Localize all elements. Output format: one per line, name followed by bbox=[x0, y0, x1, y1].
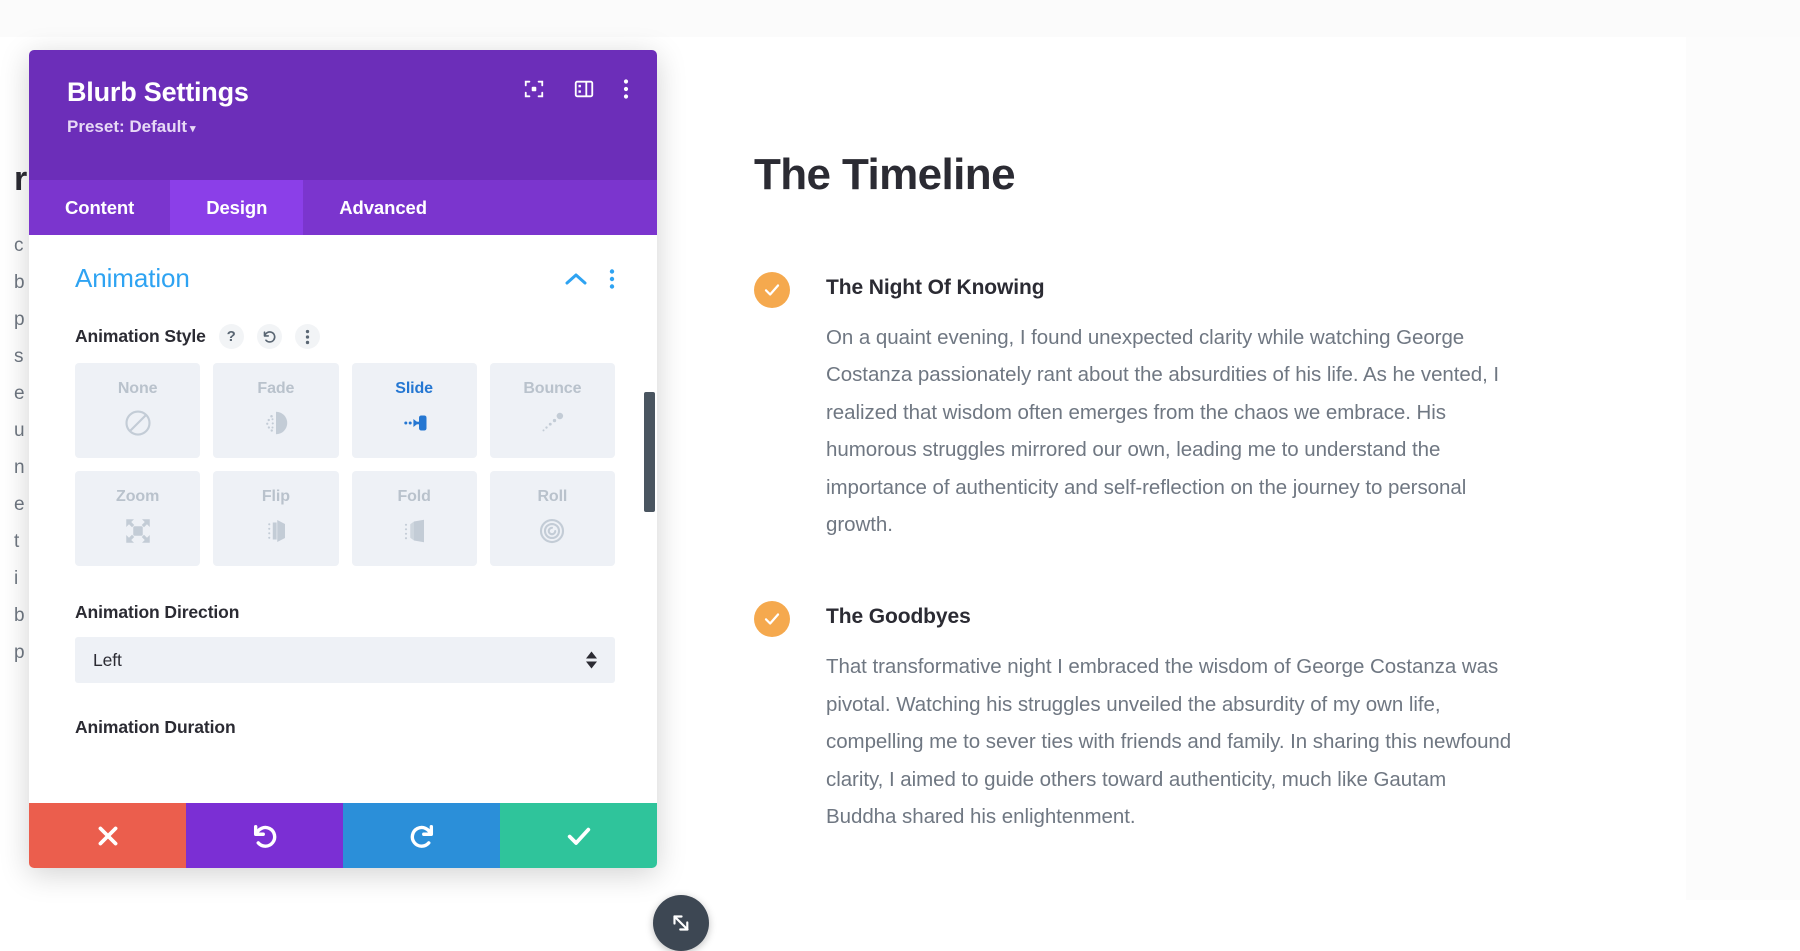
blurb-title: The Night Of Knowing bbox=[826, 270, 1514, 302]
more-vertical-icon[interactable] bbox=[295, 324, 320, 349]
animation-style-option-fade[interactable]: Fade bbox=[213, 363, 338, 458]
animation-style-option-zoom[interactable]: Zoom bbox=[75, 471, 200, 566]
animation-direction-field: Animation Direction Left bbox=[75, 602, 615, 683]
roll-spiral-icon bbox=[537, 513, 567, 549]
redo-icon bbox=[408, 822, 436, 850]
fold-icon bbox=[399, 513, 429, 549]
resize-handle[interactable] bbox=[653, 895, 709, 951]
animation-duration-label: Animation Duration bbox=[75, 717, 615, 738]
layout-panel-icon[interactable] bbox=[573, 78, 595, 100]
blurb-settings-modal: Blurb Settings Preset: Default▾ bbox=[29, 50, 657, 868]
chevron-down-icon: ▾ bbox=[190, 123, 196, 135]
no-entry-icon bbox=[123, 405, 153, 441]
tab-content[interactable]: Content bbox=[29, 180, 170, 235]
more-vertical-icon[interactable] bbox=[609, 268, 615, 290]
more-vertical-icon[interactable] bbox=[623, 78, 629, 100]
blurb-text: That transformative night I embraced the… bbox=[826, 648, 1514, 836]
blurb-item: The Night Of Knowing On a quaint evening… bbox=[754, 270, 1514, 544]
check-circle-icon bbox=[754, 272, 790, 308]
page-title: The Timeline bbox=[754, 150, 1514, 201]
blurb-item: The Goodbyes That transformative night I… bbox=[754, 599, 1514, 836]
redo-button[interactable] bbox=[343, 803, 500, 868]
option-label: Fold bbox=[397, 488, 430, 506]
animation-section-title: Animation bbox=[75, 263, 190, 294]
animation-duration-field: Animation Duration bbox=[75, 717, 615, 738]
tab-advanced[interactable]: Advanced bbox=[303, 180, 463, 235]
blurb-list: The Night Of Knowing On a quaint evening… bbox=[754, 270, 1514, 836]
option-label: Zoom bbox=[116, 488, 159, 506]
modal-scrollbar-track[interactable] bbox=[643, 235, 657, 803]
flip-icon bbox=[261, 513, 291, 549]
animation-style-option-roll[interactable]: Roll bbox=[490, 471, 615, 566]
animation-style-option-none[interactable]: None bbox=[75, 363, 200, 458]
fade-icon bbox=[261, 405, 291, 441]
cancel-button[interactable] bbox=[29, 803, 186, 868]
save-button[interactable] bbox=[500, 803, 657, 868]
animation-style-grid: None Fade bbox=[75, 363, 615, 566]
preset-label: Preset: Default bbox=[67, 117, 187, 136]
undo-icon bbox=[251, 822, 279, 850]
animation-direction-value: Left bbox=[93, 650, 122, 671]
animation-section-actions bbox=[565, 268, 615, 290]
close-x-icon bbox=[95, 823, 121, 849]
option-label: Flip bbox=[262, 488, 290, 506]
chevron-up-icon[interactable] bbox=[565, 272, 587, 286]
animation-direction-select[interactable]: Left bbox=[75, 637, 615, 683]
content-column: The Timeline The Night Of Knowing On a q… bbox=[754, 150, 1514, 836]
zoom-expand-icon bbox=[123, 513, 153, 549]
option-label: Fade bbox=[257, 380, 294, 398]
blurb-text: On a quaint evening, I found unexpected … bbox=[826, 319, 1514, 544]
animation-direction-label: Animation Direction bbox=[75, 602, 615, 623]
animation-section-header: Animation bbox=[75, 263, 615, 294]
undo-button[interactable] bbox=[186, 803, 343, 868]
option-label: Bounce bbox=[523, 380, 581, 398]
slide-icon bbox=[398, 405, 430, 441]
animation-style-option-fold[interactable]: Fold bbox=[352, 471, 477, 566]
bounce-icon bbox=[537, 405, 567, 441]
blurb-title: The Goodbyes bbox=[826, 599, 1514, 631]
option-label: None bbox=[118, 380, 158, 398]
modal-scrollbar-thumb[interactable] bbox=[644, 392, 655, 512]
modal-scroll-area: Animation bbox=[29, 235, 657, 803]
resize-diagonal-icon bbox=[668, 910, 694, 936]
select-stepper-icon bbox=[586, 652, 597, 669]
modal-header: Blurb Settings Preset: Default▾ bbox=[29, 50, 657, 180]
modal-tabs: Content Design Advanced bbox=[29, 180, 657, 235]
help-icon[interactable]: ? bbox=[219, 324, 244, 349]
page-top-strip bbox=[0, 0, 1800, 37]
animation-style-label: Animation Style bbox=[75, 326, 206, 347]
preset-selector[interactable]: Preset: Default▾ bbox=[67, 117, 627, 137]
modal-body: Animation bbox=[29, 235, 657, 803]
fullscreen-icon[interactable] bbox=[523, 78, 545, 100]
modal-footer-actions bbox=[29, 803, 657, 868]
undo-icon[interactable] bbox=[257, 324, 282, 349]
check-circle-icon bbox=[754, 601, 790, 637]
tab-design[interactable]: Design bbox=[170, 180, 303, 235]
option-label: Slide bbox=[395, 380, 433, 398]
check-icon bbox=[565, 822, 593, 850]
option-label: Roll bbox=[537, 488, 567, 506]
animation-style-option-slide[interactable]: Slide bbox=[352, 363, 477, 458]
animation-style-option-flip[interactable]: Flip bbox=[213, 471, 338, 566]
animation-style-option-bounce[interactable]: Bounce bbox=[490, 363, 615, 458]
animation-style-label-row: Animation Style ? bbox=[75, 324, 615, 349]
modal-header-icons bbox=[523, 78, 629, 100]
